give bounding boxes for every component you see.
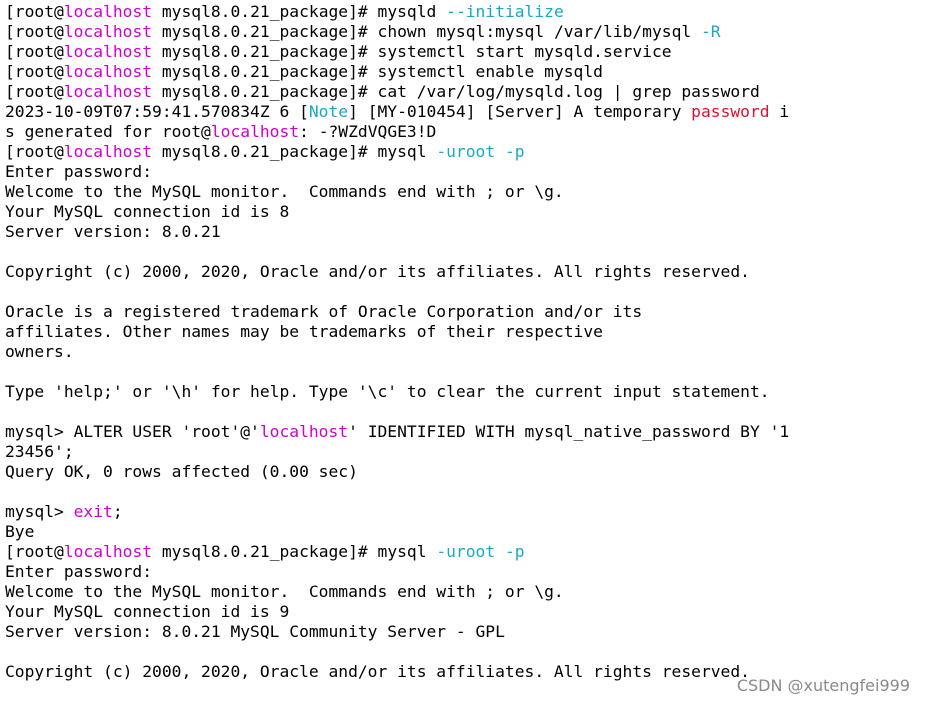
terminal-text-segment: Enter password: xyxy=(5,562,153,581)
terminal-text-segment: Copyright (c) 2000, 2020, Oracle and/or … xyxy=(5,662,750,681)
terminal-line: s generated for root@localhost: -?WZdVQG… xyxy=(5,122,926,142)
terminal-line: Welcome to the MySQL monitor. Commands e… xyxy=(5,182,926,202)
terminal-text-segment: [root@ xyxy=(5,82,64,101)
terminal-text-segment: localhost xyxy=(63,42,153,61)
terminal-text-segment: localhost xyxy=(63,82,153,101)
terminal-text-segment: [root@ xyxy=(5,2,64,21)
terminal-line: Oracle is a registered trademark of Orac… xyxy=(5,302,926,322)
terminal-line: Copyright (c) 2000, 2020, Oracle and/or … xyxy=(5,262,926,282)
terminal-output[interactable]: [root@localhost mysql8.0.21_package]# my… xyxy=(0,0,926,704)
terminal-line: Your MySQL connection id is 9 xyxy=(5,602,926,622)
terminal-text-segment: mysql> xyxy=(5,502,74,521)
terminal-line: Server version: 8.0.21 MySQL Community S… xyxy=(5,622,926,642)
terminal-line: 2023-10-09T07:59:41.570834Z 6 [Note] [MY… xyxy=(5,102,926,122)
terminal-text-segment: -uroot xyxy=(436,542,496,561)
terminal-text-segment: localhost xyxy=(259,422,349,441)
terminal-text-segment: -p xyxy=(504,142,525,161)
terminal-text-segment: exit xyxy=(73,502,113,521)
terminal-text-segment: 23456'; xyxy=(5,442,74,461)
terminal-text-segment: [root@ xyxy=(5,22,64,41)
terminal-text-segment: ] [MY-010454] [Server] A temporary xyxy=(348,102,692,121)
terminal-line: [root@localhost mysql8.0.21_package]# ch… xyxy=(5,22,926,42)
terminal-text-segment: mysql8.0.21_package]# chown mysql:mysql … xyxy=(152,22,701,41)
terminal-text-segment: 2023-10-09T07:59:41.570834Z 6 [ xyxy=(5,102,309,121)
terminal-line: Your MySQL connection id is 8 xyxy=(5,202,926,222)
terminal-line: Welcome to the MySQL monitor. Commands e… xyxy=(5,582,926,602)
terminal-line: Type 'help;' or '\h' for help. Type '\c'… xyxy=(5,382,926,402)
terminal-line: [root@localhost mysql8.0.21_package]# sy… xyxy=(5,62,926,82)
terminal-text-segment: mysql8.0.21_package]# systemctl start my… xyxy=(152,42,672,61)
terminal-text-segment: Server version: 8.0.21 xyxy=(5,222,221,241)
terminal-line: [root@localhost mysql8.0.21_package]# ca… xyxy=(5,82,926,102)
terminal-text-segment: mysql8.0.21_package]# mysql xyxy=(152,142,437,161)
terminal-line: 23456'; xyxy=(5,442,926,462)
terminal-line: Query OK, 0 rows affected (0.00 sec) xyxy=(5,462,926,482)
terminal-text-segment: Note xyxy=(308,102,349,121)
terminal-text-segment: Server version: 8.0.21 MySQL Community S… xyxy=(5,622,505,641)
terminal-text-segment: localhost xyxy=(63,2,153,21)
terminal-line: [root@localhost mysql8.0.21_package]# my… xyxy=(5,2,926,22)
terminal-text-segment: Your MySQL connection id is 8 xyxy=(5,202,290,221)
terminal-text-segment: Welcome to the MySQL monitor. Commands e… xyxy=(5,582,564,601)
terminal-text-segment: -uroot xyxy=(436,142,496,161)
terminal-text-segment: mysql8.0.21_package]# cat /var/log/mysql… xyxy=(152,82,760,101)
terminal-text-segment: owners. xyxy=(5,342,74,361)
terminal-text-segment: localhost xyxy=(210,122,300,141)
terminal-line: [root@localhost mysql8.0.21_package]# sy… xyxy=(5,42,926,62)
terminal-text-segment: mysql8.0.21_package]# systemctl enable m… xyxy=(152,62,603,81)
watermark: CSDN @xutengfei999 xyxy=(736,676,910,695)
terminal-text-segment: localhost xyxy=(63,542,153,561)
terminal-line: Bye xyxy=(5,522,926,542)
terminal-text-segment: Enter password: xyxy=(5,162,153,181)
terminal-text-segment: Query OK, 0 rows affected (0.00 sec) xyxy=(5,462,358,481)
terminal-text-segment: localhost xyxy=(63,142,153,161)
terminal-line: [root@localhost mysql8.0.21_package]# my… xyxy=(5,142,926,162)
terminal-text-segment: Type 'help;' or '\h' for help. Type '\c'… xyxy=(5,382,770,401)
terminal-line: Server version: 8.0.21 xyxy=(5,222,926,242)
terminal-text-segment: Welcome to the MySQL monitor. Commands e… xyxy=(5,182,564,201)
terminal-text-segment: password xyxy=(691,102,770,121)
terminal-text-segment: affiliates. Other names may be trademark… xyxy=(5,322,603,341)
terminal-text-segment: -R xyxy=(700,22,721,41)
terminal-text-segment: [root@ xyxy=(5,42,64,61)
terminal-text-segment: ; xyxy=(112,502,123,521)
terminal-text-segment: Bye xyxy=(5,522,35,541)
terminal-text-segment: mysql8.0.21_package]# mysql xyxy=(152,542,437,561)
terminal-text-segment: [root@ xyxy=(5,542,64,561)
terminal-line: owners. xyxy=(5,342,926,362)
terminal-text-segment: [root@ xyxy=(5,142,64,161)
terminal-text-segment: : -?WZdVQGE3!D xyxy=(299,122,437,141)
terminal-text-segment: Your MySQL connection id is 9 xyxy=(5,602,290,621)
terminal-line: Enter password: xyxy=(5,162,926,182)
terminal-line: affiliates. Other names may be trademark… xyxy=(5,322,926,342)
terminal-text-segment: -p xyxy=(504,542,525,561)
terminal-text-segment: mysql8.0.21_package]# mysqld xyxy=(152,2,447,21)
terminal-text-segment: s generated for root@ xyxy=(5,122,211,141)
terminal-line: mysql> ALTER USER 'root'@'localhost' IDE… xyxy=(5,422,926,442)
terminal-text-segment: localhost xyxy=(63,22,153,41)
terminal-text-segment: mysql> ALTER USER 'root'@' xyxy=(5,422,260,441)
terminal-text-segment: [root@ xyxy=(5,62,64,81)
terminal-line: mysql> exit; xyxy=(5,502,926,522)
terminal-text-segment: Copyright (c) 2000, 2020, Oracle and/or … xyxy=(5,262,750,281)
terminal-text-segment: ' IDENTIFIED WITH mysql_native_password … xyxy=(348,422,790,441)
terminal-text-segment: localhost xyxy=(63,62,153,81)
terminal-text-segment: Oracle is a registered trademark of Orac… xyxy=(5,302,643,321)
terminal-line: [root@localhost mysql8.0.21_package]# my… xyxy=(5,542,926,562)
terminal-text-segment: i xyxy=(769,102,790,121)
terminal-text-segment: --initialize xyxy=(446,2,564,21)
terminal-line: Enter password: xyxy=(5,562,926,582)
